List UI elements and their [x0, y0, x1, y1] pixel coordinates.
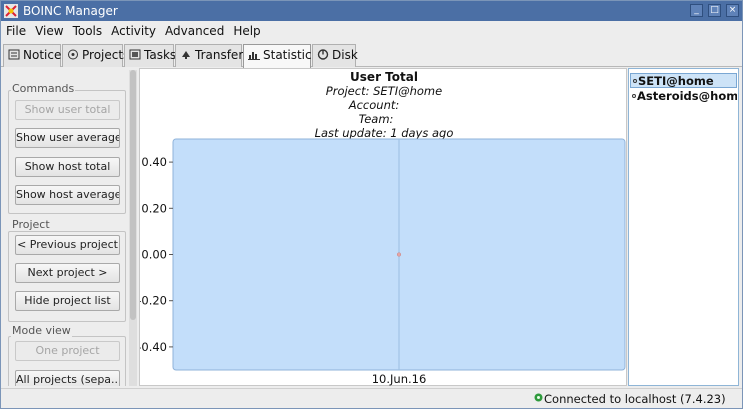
statistics-panel: User Total Project: SETI@home Account: T… [139, 68, 627, 386]
status-bar: Connected to localhost (7.4.23) [1, 388, 742, 408]
boinc-app-icon [4, 4, 18, 18]
project-list-item-seti[interactable]: SETI@home [630, 73, 737, 88]
commands-group-label: Commands [11, 82, 76, 95]
tab-notices-label: Notices [23, 48, 68, 62]
maximize-button[interactable]: □ [708, 4, 721, 17]
tab-bar: Notices Projects Tasks Transfers Statist… [1, 44, 742, 68]
x-tick-label: 10.Jun.16 [372, 372, 427, 386]
project-list-item-asteroids[interactable]: Asteroids@home [630, 89, 737, 104]
menu-help[interactable]: Help [229, 21, 264, 41]
menu-file[interactable]: File [2, 21, 30, 41]
tab-notices[interactable]: Notices [3, 44, 68, 67]
show-host-total-button[interactable]: Show host total [15, 157, 120, 177]
connection-status: Connected to localhost (7.4.23) [544, 392, 726, 406]
close-button[interactable]: × [726, 4, 739, 17]
transfers-icon [182, 51, 190, 59]
next-project-button[interactable]: Next project > [15, 263, 120, 283]
project-label-asteroids: Asteroids@home [637, 89, 737, 103]
project-list: SETI@home Asteroids@home [628, 68, 739, 386]
mode-view-group-label: Mode view [11, 324, 72, 337]
y-tick-label: -0.40 [140, 340, 167, 354]
title-bar: BOINC Manager _ □ × [1, 1, 742, 21]
projects-icon [68, 49, 78, 60]
one-project-button[interactable]: One project [15, 341, 120, 361]
sidebar: Commands Show user total Show user avera… [1, 68, 132, 386]
disk-icon [317, 49, 329, 60]
tab-disk-label: Disk [332, 48, 358, 62]
boinc-manager-window: BOINC Manager _ □ × File View Tools Activit… [0, 0, 743, 409]
menu-view[interactable]: View [31, 21, 67, 41]
menu-activity[interactable]: Activity [107, 21, 160, 41]
menu-tools[interactable]: Tools [69, 21, 107, 41]
tab-transfers[interactable]: Transfers [175, 44, 250, 67]
data-point [396, 252, 402, 257]
project-bullet-icon [633, 79, 637, 83]
tab-projects-label: Projects [82, 48, 130, 62]
all-projects-separate-button[interactable]: All projects (sepa... [15, 370, 120, 386]
project-group-label: Project [11, 218, 51, 231]
tab-transfers-label: Transfers [195, 48, 250, 62]
statistics-chart: 0.40 0.20 0.00 -0.20 -0.40 10.Jun.16 [140, 138, 626, 386]
connection-icon [534, 393, 543, 402]
project-bullet-icon [632, 94, 636, 98]
y-tick-label: 0.00 [141, 248, 167, 262]
tab-tasks[interactable]: Tasks [124, 44, 177, 67]
y-tick-label: 0.40 [141, 155, 167, 169]
notices-icon [8, 49, 20, 60]
menu-bar: File View Tools Activity Advanced Help [1, 21, 742, 41]
menu-advanced[interactable]: Advanced [161, 21, 228, 41]
y-tick-label: 0.20 [141, 201, 167, 215]
project-label-seti: SETI@home [638, 74, 714, 88]
tab-statistics-label: Statistics [263, 48, 318, 62]
minimize-button[interactable]: _ [690, 4, 703, 17]
tasks-icon [129, 49, 141, 60]
tab-tasks-label: Tasks [144, 48, 177, 62]
statistics-icon [248, 52, 260, 60]
tab-disk[interactable]: Disk [312, 44, 358, 67]
tab-projects[interactable]: Projects [62, 44, 129, 67]
show-user-average-button[interactable]: Show user average [15, 128, 120, 148]
hide-project-list-button[interactable]: Hide project list [15, 291, 120, 311]
window-title: BOINC Manager [23, 4, 118, 18]
tab-statistics[interactable]: Statistics [243, 44, 318, 68]
previous-project-button[interactable]: < Previous project [15, 235, 120, 255]
y-tick-label: -0.20 [140, 294, 167, 308]
show-host-average-button[interactable]: Show host average [15, 185, 120, 205]
show-user-total-button[interactable]: Show user total [15, 100, 120, 120]
